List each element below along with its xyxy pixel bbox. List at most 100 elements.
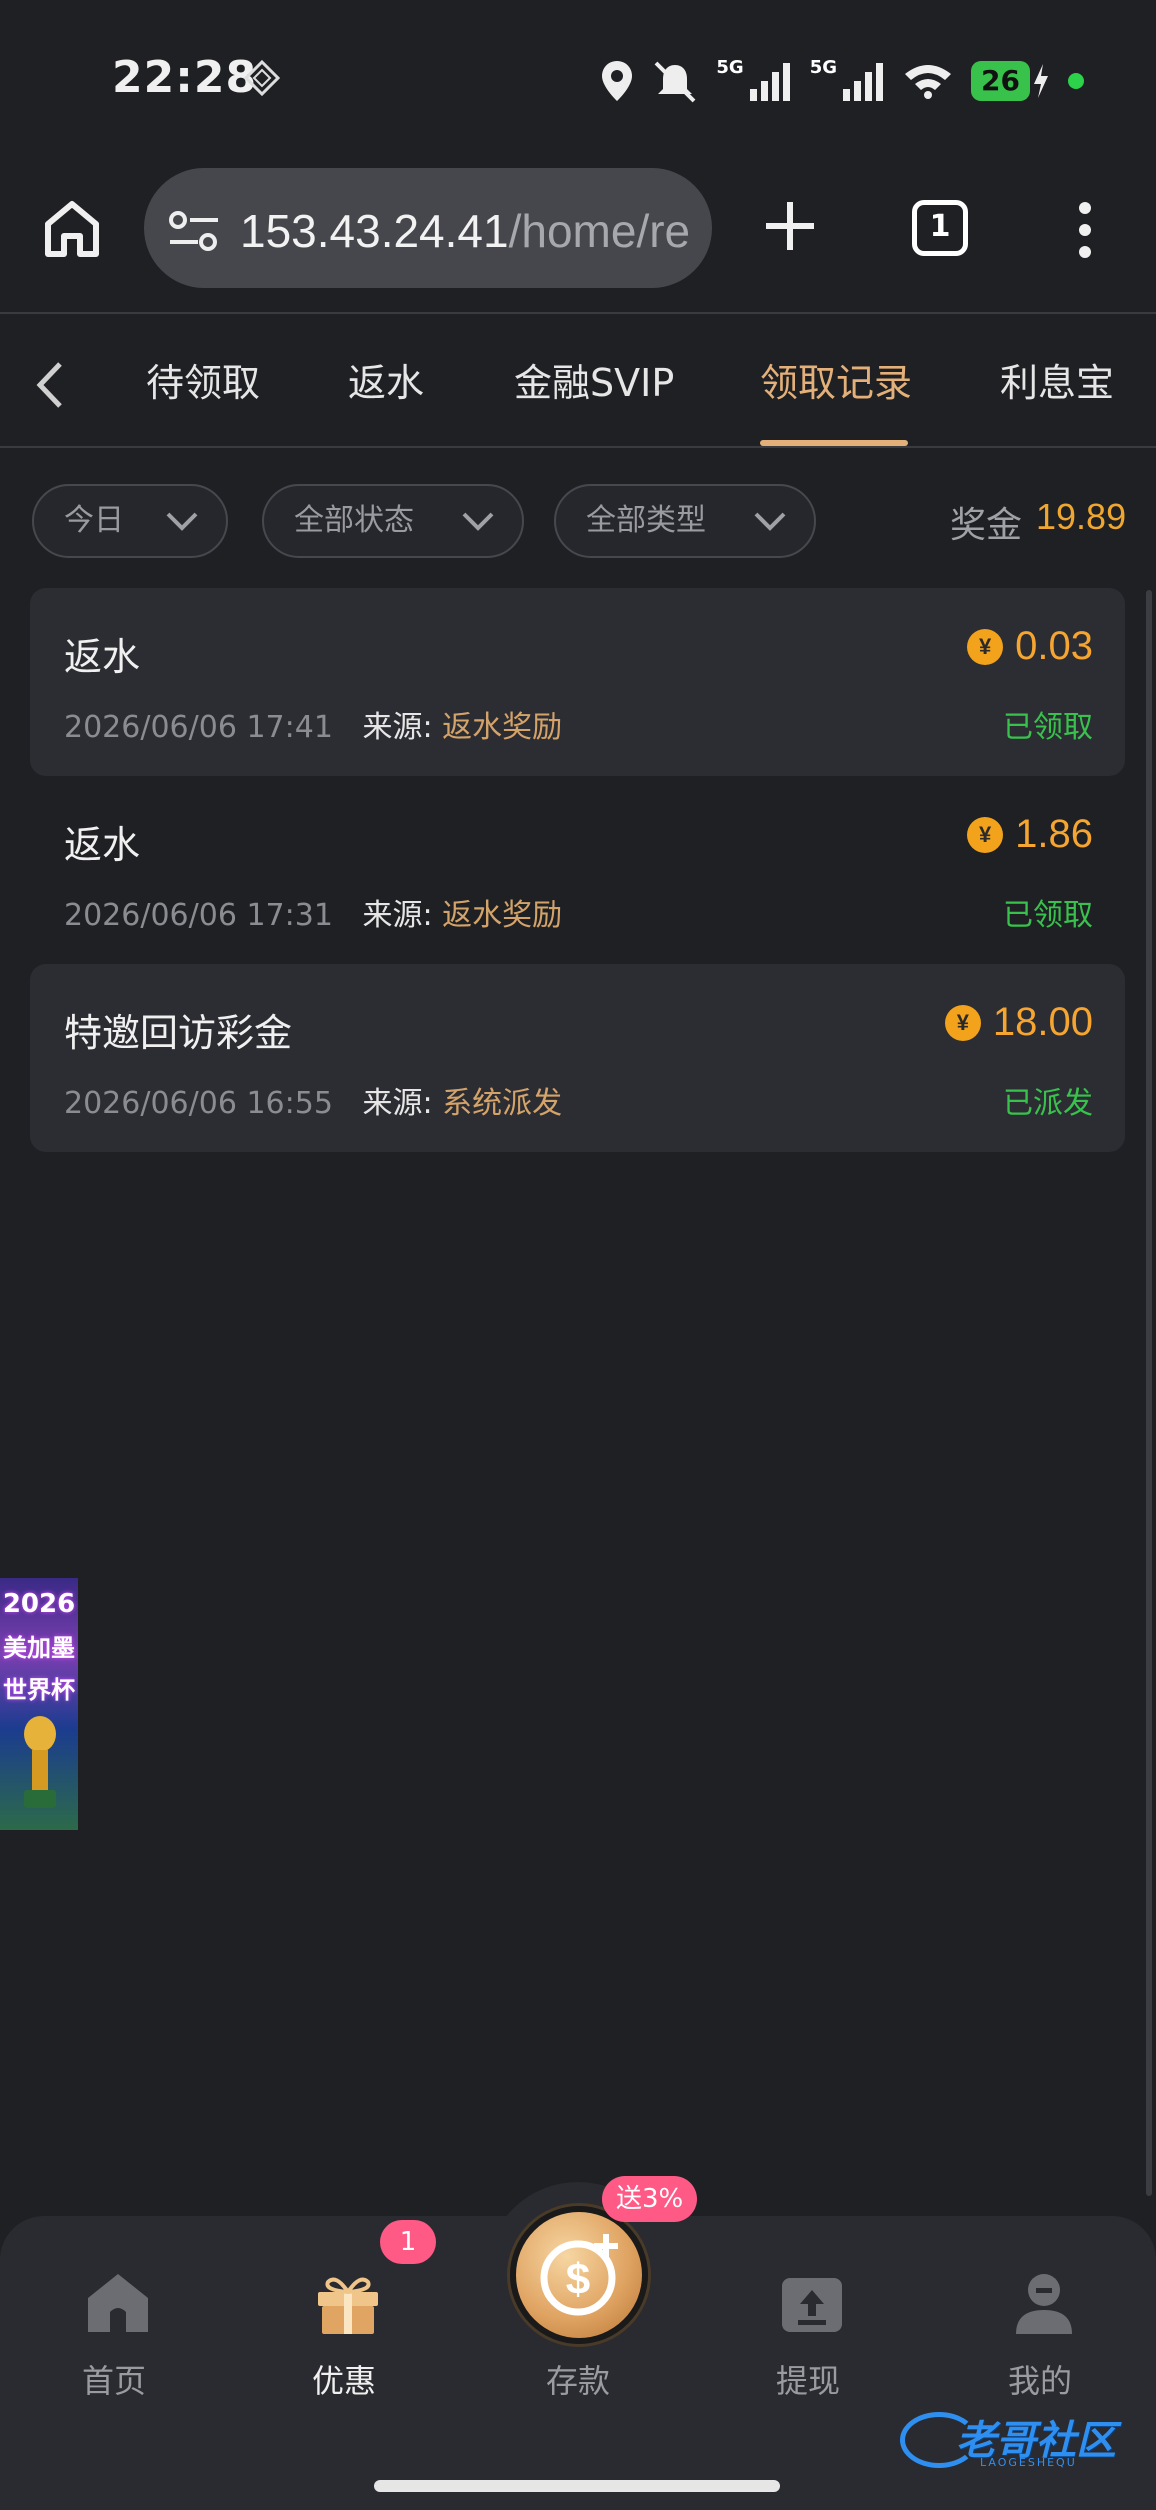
tab-rebate[interactable]: 返水: [348, 352, 424, 407]
record-amount-value: 0.03: [1015, 624, 1093, 668]
status-filter[interactable]: 全部状态: [262, 484, 524, 558]
record-source-label: 来源:: [362, 898, 433, 933]
record-amount: ¥ 0.03: [967, 624, 1093, 669]
record-item: 返水 ¥ 1.86 2026/06/06 17:31 来源: 返水奖励 已领取: [30, 776, 1125, 964]
promo-count-badge: 1: [380, 2220, 436, 2264]
deposit-promo-badge: 送3%: [602, 2176, 698, 2222]
banner-year: 2026: [2, 1589, 76, 1619]
svg-text:$: $: [566, 2255, 590, 2304]
record-amount: ¥ 18.00: [944, 1000, 1093, 1045]
gift-icon: [318, 2277, 378, 2334]
privacy-dot: [1068, 73, 1084, 89]
tab-switcher-button[interactable]: 1: [912, 200, 968, 256]
status-time: 22:28: [112, 52, 258, 103]
status-filter-label: 全部状态: [294, 503, 414, 538]
battery-indicator: 26: [971, 61, 1050, 101]
chevron-down-icon: [462, 512, 494, 531]
record-amount: ¥ 1.86: [967, 812, 1093, 857]
trophy-icon: [24, 1716, 56, 1808]
yuan-coin-icon: ¥: [967, 628, 1004, 665]
banner-line3: 世界杯: [3, 1676, 75, 1704]
yuan-coin-icon: ¥: [944, 1004, 981, 1041]
bonus-total: 19.89: [1036, 496, 1127, 537]
new-tab-icon[interactable]: [760, 196, 820, 256]
world-cup-float-banner[interactable]: 2026 美加墨 世界杯: [0, 1578, 78, 1830]
nav-deposit-label[interactable]: 存款: [488, 2356, 668, 2402]
nav-home-label: 首页: [81, 2362, 146, 2400]
url-text[interactable]: 153.43.24.41/home/re: [240, 204, 690, 258]
tab-claim-records[interactable]: 领取记录: [760, 352, 912, 407]
record-source: 返水奖励: [442, 898, 563, 933]
home-nav-icon: [88, 2274, 148, 2332]
record-title: 特邀回访彩金: [64, 1011, 293, 1055]
signal-icon-2: [843, 63, 884, 101]
record-source-label: 来源:: [362, 710, 433, 745]
battery-level: 26: [971, 61, 1030, 101]
url-path: /home/re: [508, 205, 691, 257]
dollar-plus-icon: $: [540, 2234, 618, 2316]
record-meta: 2026/06/06 17:41 来源: 返水奖励: [64, 702, 562, 746]
status-icons: 5G 5G 26: [600, 56, 1084, 106]
nav-withdraw-label: 提现: [775, 2362, 840, 2400]
record-item: 返水 ¥ 0.03 2026/06/06 17:41 来源: 返水奖励 已领取: [30, 588, 1125, 776]
active-tab-indicator: [760, 440, 908, 446]
signal-label-1: 5G: [716, 56, 744, 78]
url-host: 153.43.24.41: [240, 205, 509, 257]
watermark-logo: 老哥社区 LAOGESHEQU: [900, 2400, 1146, 2480]
record-source: 返水奖励: [442, 710, 563, 745]
watermark-subtext: LAOGESHEQU: [980, 2456, 1077, 2469]
wifi-icon: [905, 65, 952, 99]
nav-withdraw[interactable]: 提现: [718, 2216, 898, 2416]
browser-toolbar: 153.43.24.41/home/re 1: [0, 160, 1156, 314]
status-bar: 22:28 5G 5G 26: [0, 0, 1156, 160]
category-tabs: 待领取 返水 金融SVIP 领取记录 利息宝: [0, 316, 1156, 448]
record-status: 已领取: [1003, 898, 1093, 933]
nav-mine-label: 我的: [1007, 2362, 1072, 2400]
record-meta: 2026/06/06 16:55 来源: 系统派发: [64, 1078, 562, 1122]
record-amount-value: 18.00: [992, 1000, 1093, 1044]
type-filter-label: 全部类型: [586, 503, 706, 538]
record-source-label: 来源:: [362, 1086, 433, 1121]
home-indicator[interactable]: [374, 2480, 780, 2492]
record-source: 系统派发: [442, 1086, 563, 1121]
diamond-icon: [244, 60, 280, 96]
record-datetime: 2026/06/06 17:41: [64, 710, 333, 745]
back-chevron-icon[interactable]: [30, 360, 70, 410]
record-datetime: 2026/06/06 17:31: [64, 898, 333, 933]
nav-home[interactable]: 首页: [24, 2216, 204, 2416]
signal-icon: [749, 63, 790, 101]
record-amount-value: 1.86: [1015, 812, 1093, 856]
record-title: 返水: [64, 823, 141, 867]
more-menu-icon[interactable]: [1070, 200, 1100, 260]
withdraw-icon: [782, 2278, 842, 2332]
tab-interest[interactable]: 利息宝: [1000, 352, 1114, 407]
chevron-down-icon: [166, 512, 198, 531]
mute-bell-icon: [654, 61, 696, 103]
url-bar[interactable]: 153.43.24.41/home/re: [144, 168, 712, 288]
location-icon: [602, 61, 633, 101]
user-icon: [1016, 2274, 1072, 2334]
date-filter-label: 今日: [64, 503, 124, 538]
type-filter[interactable]: 全部类型: [554, 484, 816, 558]
tab-finance-svip[interactable]: 金融SVIP: [514, 352, 674, 407]
home-icon[interactable]: [40, 196, 104, 260]
bonus-label: 奖金: [950, 505, 1023, 546]
record-status: 已领取: [1003, 710, 1093, 745]
yuan-coin-icon: ¥: [967, 816, 1004, 853]
tab-pending[interactable]: 待领取: [146, 352, 260, 407]
date-filter[interactable]: 今日: [32, 484, 228, 558]
record-title: 返水: [64, 635, 141, 679]
site-settings-icon[interactable]: [168, 210, 220, 252]
record-meta: 2026/06/06 17:31 来源: 返水奖励: [64, 890, 562, 934]
nav-promo-label: 优惠: [311, 2362, 376, 2400]
banner-line2: 美加墨: [3, 1634, 75, 1662]
charging-icon: [1034, 64, 1048, 98]
scrollbar[interactable]: [1146, 590, 1152, 2196]
record-item: 特邀回访彩金 ¥ 18.00 2026/06/06 16:55 来源: 系统派发…: [30, 964, 1125, 1152]
record-datetime: 2026/06/06 16:55: [64, 1086, 333, 1121]
signal-label-2: 5G: [809, 56, 838, 78]
record-status: 已派发: [1003, 1086, 1093, 1121]
nav-mine[interactable]: 我的: [950, 2216, 1130, 2416]
deposit-button[interactable]: $: [510, 2206, 648, 2344]
chevron-down-icon: [754, 512, 786, 531]
